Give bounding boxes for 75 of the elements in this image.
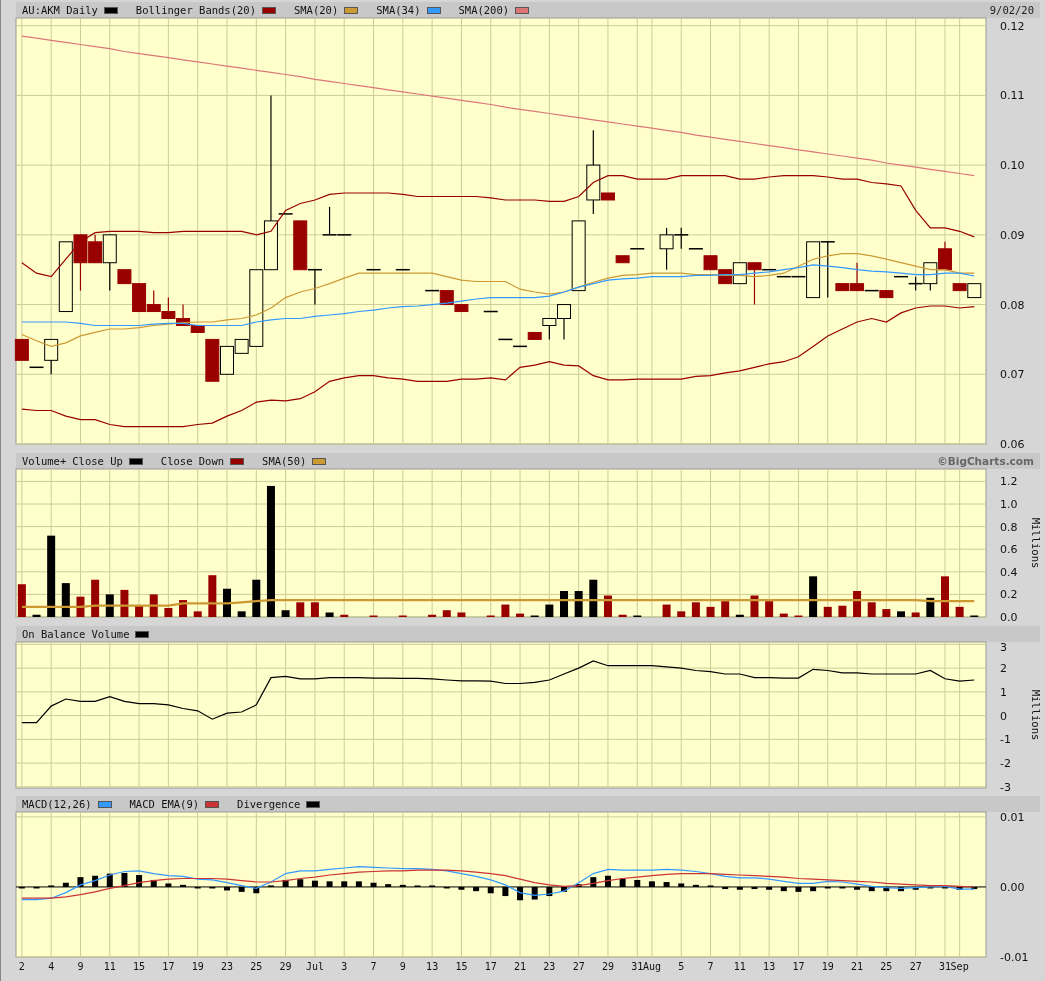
axis-tick-label: -2: [1000, 757, 1011, 771]
axis-tick-label: 0.01: [1000, 811, 1025, 824]
axis-tick-label: 13: [763, 961, 776, 972]
axis-tick-label: 0.4: [1000, 565, 1018, 579]
legend-label: MACD EMA(9): [129, 798, 200, 810]
axis-tick-label: 0.06: [1000, 438, 1025, 451]
axis-tick-label: 19: [821, 961, 834, 972]
axis-title: Millions: [1030, 689, 1042, 741]
axis-tick-label: 25: [880, 961, 893, 972]
axis-tick-label: 0.8: [1000, 520, 1018, 534]
axis-tick-label: 13: [426, 961, 439, 972]
axis-tick-label: 15: [455, 961, 468, 972]
axis-tick-label: -1: [1000, 733, 1011, 747]
legend-label: SMA(20): [293, 4, 339, 16]
axis-tick-label: 0: [1000, 709, 1007, 723]
axis-tick-label: 5: [678, 961, 685, 972]
axis-tick-label: -3: [1000, 780, 1011, 794]
axis-tick-label: 0.0: [1000, 611, 1018, 624]
chart-date: 9/02/20: [989, 4, 1034, 16]
axis-tick-label: 27: [572, 961, 585, 972]
axis-tick-label: 7: [707, 961, 714, 972]
axis-tick-label: 11: [103, 961, 116, 972]
axis-tick-label: 1.2: [1000, 475, 1018, 489]
axis-tick-label: 1.0: [1000, 498, 1018, 511]
legend-label: SMA(34): [376, 4, 421, 16]
axis-tick-label: 7: [370, 961, 377, 972]
axis-tick-label: 9: [399, 961, 406, 972]
axis-tick-label: 17: [792, 961, 805, 972]
axis-tick-label: 2: [1000, 662, 1007, 676]
axis-tick-label: 19: [191, 961, 204, 972]
legend-label: Volume+: [22, 455, 67, 467]
axis-tick-label: 27: [909, 961, 922, 972]
axis-tick-label: 25: [250, 961, 263, 972]
legend-label: SMA(50): [262, 455, 307, 467]
axis-tick-label: 29: [279, 961, 292, 972]
axis-tick-label: -0.01: [1000, 951, 1029, 964]
legend-label: SMA(200): [458, 4, 510, 16]
axis-tick-label: 21: [514, 961, 527, 972]
legend-label: MACD(12,26): [22, 798, 92, 810]
axis-tick-label: 3: [341, 961, 348, 972]
axis-tick-label: 31: [938, 961, 951, 972]
axis-tick-label: 0.08: [1000, 298, 1025, 312]
axis-tick-label: 11: [733, 961, 746, 972]
axis-tick-label: 23: [543, 961, 556, 972]
axis-tick-label: 0.11: [1000, 89, 1025, 103]
axis-tick-label: Aug: [642, 961, 661, 972]
axis-tick-label: 17: [162, 961, 175, 972]
axis-tick-label: 1: [1000, 685, 1007, 699]
axis-tick-label: 9: [77, 961, 84, 972]
legend-label: On Balance Volume: [22, 628, 130, 640]
axis-tick-label: Sep: [950, 961, 969, 972]
legend-label: Close Down: [160, 455, 225, 467]
axis-tick-label: Jul: [305, 961, 324, 972]
axis-tick-label: 0.09: [1000, 228, 1025, 242]
legend-label: Bollinger Bands(20): [135, 4, 256, 16]
axis-tick-label: 0.6: [1000, 543, 1018, 557]
axis-tick-label: 17: [484, 961, 497, 972]
legend-label: AU:AKM Daily: [22, 4, 98, 16]
axis-title: Millions: [1030, 517, 1042, 569]
axis-tick-label: 0.12: [1000, 19, 1025, 33]
axis-tick-label: 31: [631, 961, 644, 972]
axis-tick-label: 0.10: [1000, 159, 1025, 173]
axis-tick-label: 4: [48, 961, 55, 972]
axis-tick-label: 0.2: [1000, 588, 1018, 602]
axis-tick-label: 29: [601, 961, 614, 972]
axis-tick-label: 15: [133, 961, 146, 972]
copyright-text: ©BigCharts.com: [937, 455, 1034, 467]
axis-tick-label: 0.07: [1000, 368, 1025, 382]
axis-tick-label: 23: [220, 961, 233, 972]
axis-tick-label: 3: [1000, 641, 1007, 654]
legend-label: Divergence: [237, 798, 301, 810]
axis-tick-label: 21: [851, 961, 864, 972]
legend-label: Close Up: [72, 455, 123, 467]
axis-tick-label: 0.00: [1000, 880, 1025, 894]
axis-tick-label: 2: [18, 961, 25, 972]
